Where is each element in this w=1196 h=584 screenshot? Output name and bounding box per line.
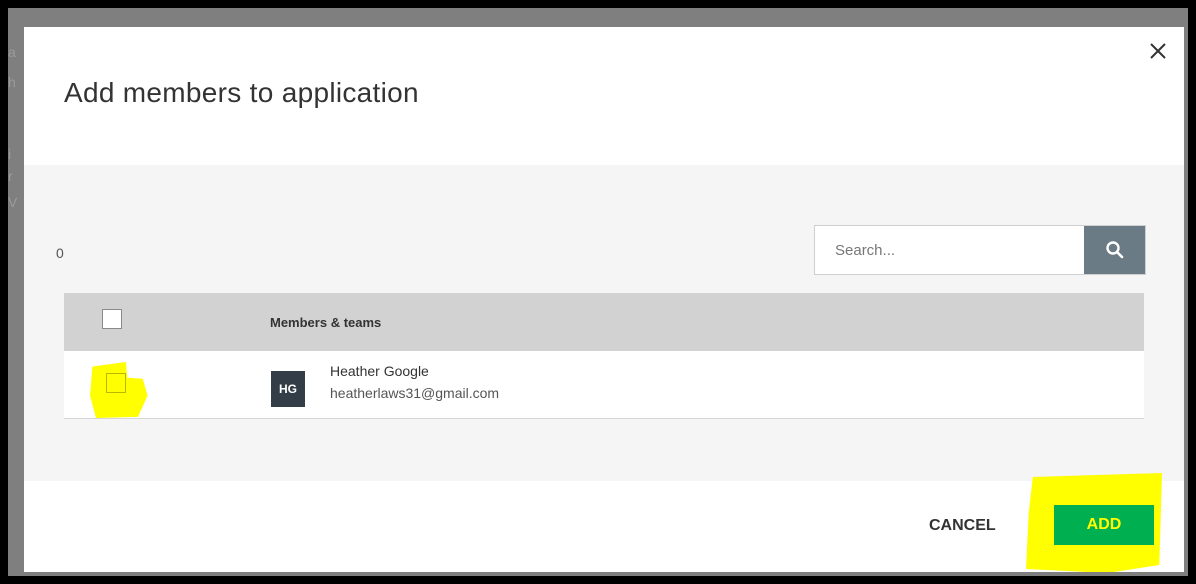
search-button[interactable]: [1084, 226, 1145, 274]
search-icon: [1105, 241, 1123, 259]
background-text: a: [8, 44, 16, 60]
table-header: Members & teams: [64, 293, 1144, 351]
dialog-body: 0 Members & teams HG Heather Google heat…: [24, 165, 1184, 481]
table-row: HG Heather Google heatherlaws31@gmail.co…: [64, 351, 1144, 419]
add-button[interactable]: ADD: [1054, 505, 1154, 545]
background-text: h: [8, 74, 16, 90]
member-email: heatherlaws31@gmail.com: [330, 385, 500, 401]
background-text: V: [8, 194, 18, 210]
member-name: Heather Google: [330, 363, 429, 379]
search-box: [814, 225, 1146, 275]
row-checkbox[interactable]: [106, 373, 126, 393]
search-input[interactable]: [815, 226, 1084, 274]
add-members-dialog: Add members to application 0 Members & t…: [24, 27, 1184, 572]
background-text: r: [8, 168, 13, 184]
dialog-title: Add members to application: [64, 77, 419, 108]
avatar: HG: [271, 371, 305, 407]
column-header-members: Members & teams: [270, 315, 382, 330]
select-all-checkbox[interactable]: [102, 309, 122, 329]
close-icon: [1150, 43, 1166, 59]
selected-count: 0: [56, 245, 64, 261]
cancel-button[interactable]: CANCEL: [929, 517, 996, 535]
close-button[interactable]: [1146, 39, 1170, 63]
background-text: i: [8, 146, 12, 162]
